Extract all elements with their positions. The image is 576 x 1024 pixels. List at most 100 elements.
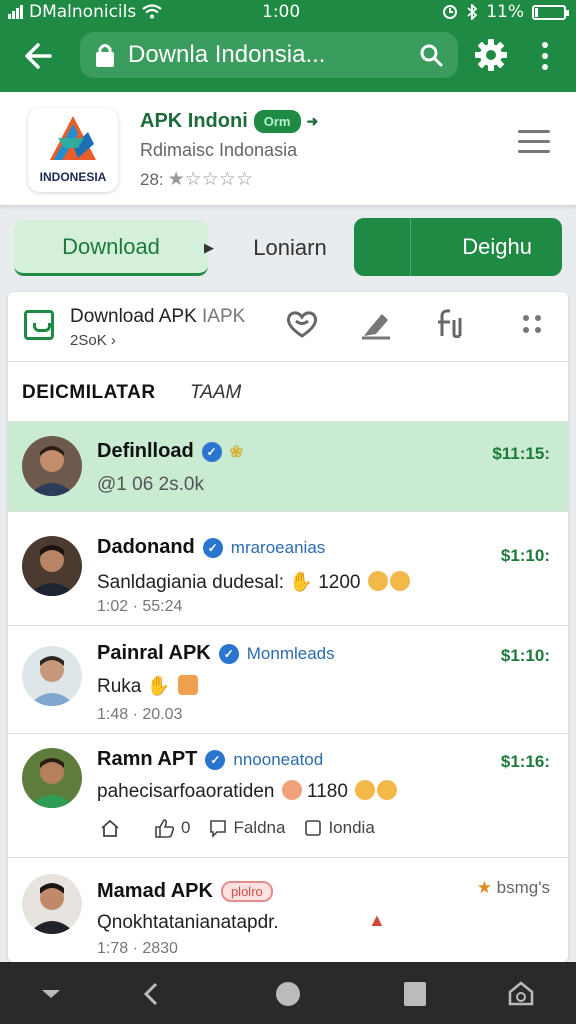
feed-subtitle: 2SoK › <box>70 332 116 349</box>
verified-badge-icon: ✓ <box>218 643 239 664</box>
nav-down-icon[interactable] <box>36 980 66 1008</box>
post-row[interactable]: Mamad APK plolro Qnokhtatanianatapdr. ▲ … <box>8 858 568 962</box>
rating-stars: ★☆☆☆☆ <box>168 168 253 191</box>
app-logo-text: INDONESIA <box>39 170 107 184</box>
share-action[interactable]: Iondia <box>303 818 375 838</box>
post-time: $1:16: <box>500 752 550 771</box>
app-subtitle: Rdimaisc Indonasia <box>140 140 298 160</box>
post-message-text: Ruka <box>97 676 142 697</box>
emoji-icon <box>377 780 398 800</box>
post-message: Qnokhtatanianatapdr. <box>97 912 279 934</box>
search-icon[interactable] <box>418 42 444 68</box>
app-logo[interactable]: INDONESIA <box>28 108 118 192</box>
emoji-icon <box>177 675 198 695</box>
post-message-text: Qnokhtatanianatapdr. <box>97 912 279 933</box>
top-app-bar: DMalnonicils 1:00 11% Downla Indonsia... <box>0 0 576 92</box>
post-time: $1:10: <box>500 646 550 665</box>
emoji-icon <box>389 571 410 591</box>
post-author-name: Definlload <box>97 440 194 462</box>
search-query[interactable]: Downla Indonsia... <box>128 41 418 69</box>
feed-title-label: Download APK <box>70 306 197 327</box>
status-bar: DMalnonicils 1:00 11% <box>0 0 576 26</box>
avatar[interactable] <box>22 874 82 934</box>
post-author[interactable]: Ramn APT ✓ nnooneatod <box>97 748 323 771</box>
more-vert-icon[interactable] <box>532 40 558 72</box>
star-icon: ☆ <box>218 169 236 190</box>
pen-icon[interactable] <box>358 306 394 342</box>
home-action[interactable] <box>100 818 120 838</box>
category-tabs: DEICMILATAR TAAM <box>8 362 568 422</box>
nav-home-icon[interactable] <box>273 980 303 1008</box>
party-hat-icon: ▲ <box>368 910 386 930</box>
post-row[interactable]: Painral APK ✓ Monmleads Ruka ✋ 1:48 · 20… <box>8 626 568 734</box>
download-button-label: Download <box>62 233 160 259</box>
feed-card: Download APK IAPK 2SoK › DEICMILATAR TAA… <box>8 292 568 962</box>
post-handle[interactable]: mraroeanias <box>231 538 326 558</box>
sparkle-icon: ❀ <box>229 443 244 461</box>
post-message: Sanldagiania dudesal: ✋ 1200 <box>97 570 410 594</box>
post-time: ★ bsmg's <box>477 878 550 898</box>
avatar[interactable] <box>22 646 82 706</box>
hand-emoji-icon: ✋ <box>146 676 171 697</box>
app-rating: 28: ★☆☆☆☆ <box>140 168 253 191</box>
download-button[interactable]: Download ▶ <box>14 220 214 276</box>
post-time-label: bsmg's <box>496 878 550 897</box>
avatar[interactable] <box>22 536 82 596</box>
avatar[interactable] <box>22 748 82 808</box>
post-handle[interactable]: nnooneatod <box>233 750 323 770</box>
post-author[interactable]: Dadonand ✓ mraroeanias <box>97 536 325 559</box>
tab-other[interactable]: TAAM <box>190 382 241 404</box>
star-icon: ☆ <box>184 169 202 190</box>
gear-icon[interactable] <box>474 38 508 72</box>
post-author-name: Ramn APT <box>97 748 198 770</box>
nav-assistant-icon[interactable] <box>506 980 536 1008</box>
chat-heart-icon[interactable] <box>284 306 320 342</box>
post-pill-badge: plolro <box>220 881 273 902</box>
post-author[interactable]: Painral APK ✓ Monmleads <box>97 642 335 665</box>
post-author[interactable]: Definlload ✓ ❀ <box>97 440 243 463</box>
post-author-name: Mamad APK <box>97 880 213 902</box>
back-arrow-icon[interactable] <box>20 38 60 74</box>
like-action[interactable]: 0 <box>154 818 190 838</box>
star-icon: ★ <box>476 878 492 897</box>
system-nav-bar <box>0 962 576 1024</box>
feed-title: Download APK IAPK <box>70 306 245 328</box>
post-author-name: Dadonand <box>97 536 195 558</box>
post-row[interactable]: Dadonand ✓ mraroeanias Sanldagiania dude… <box>8 512 568 626</box>
clock: 1:00 <box>262 2 301 22</box>
battery-level <box>535 7 538 17</box>
feed-card-header: Download APK IAPK 2SoK › <box>8 292 568 362</box>
star-icon: ☆ <box>235 169 253 190</box>
emoji-icon <box>281 780 302 800</box>
script-font-icon[interactable] <box>432 306 468 342</box>
post-meta: 1:78 · 2830 <box>97 940 178 957</box>
tab-active[interactable]: DEICMILATAR <box>22 382 156 404</box>
share-label: Iondia <box>328 818 375 837</box>
post-message: Ruka ✋ <box>97 674 198 698</box>
post-row[interactable]: Definlload ✓ ❀ @1 06 2s.0k $11:15: <box>8 422 568 512</box>
verified-badge-icon: ✓ <box>201 441 222 462</box>
post-row[interactable]: Ramn APT ✓ nnooneatod pahecisarfoaoratid… <box>8 734 568 858</box>
menu-icon[interactable] <box>518 130 550 156</box>
reply-action[interactable]: Faldna <box>208 818 285 838</box>
caret-right-icon: ▶ <box>204 240 214 255</box>
like-count: 0 <box>181 818 191 837</box>
post-handle[interactable]: Monmleads <box>247 644 335 664</box>
url-search-bar[interactable]: Downla Indonsia... <box>80 32 458 78</box>
reply-label: Faldna <box>233 818 286 837</box>
primary-action-button[interactable]: Deighu <box>354 218 562 276</box>
rating-count: 28: <box>140 169 164 189</box>
star-icon: ☆ <box>201 169 219 190</box>
middle-button[interactable]: Loniarn <box>230 220 350 276</box>
nav-back-icon[interactable] <box>136 980 166 1008</box>
post-message-text: Sanldagiania dudesal: <box>97 572 284 593</box>
post-message-number: 1180 <box>307 781 348 802</box>
hand-emoji-icon: ✋ <box>289 572 313 593</box>
post-author[interactable]: Mamad APK plolro <box>97 880 273 903</box>
grid-dots-icon[interactable] <box>514 306 550 342</box>
nav-recents-icon[interactable] <box>400 980 430 1008</box>
thumbs-up-icon <box>155 819 175 838</box>
app-name[interactable]: APK Indoni Orm ➜ <box>140 110 318 133</box>
avatar[interactable] <box>22 436 82 496</box>
post-meta: 1:48 · 20.03 <box>97 706 183 723</box>
